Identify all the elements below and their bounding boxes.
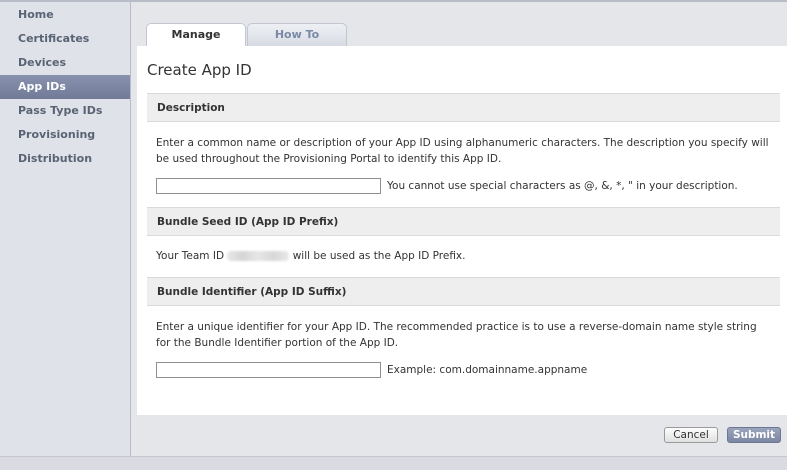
description-section-header: Description <box>147 93 780 122</box>
sidebar-item-app-ids[interactable]: App IDs <box>0 75 130 99</box>
main-content: Manage How To Create App ID Description … <box>131 2 787 456</box>
sidebar-item-devices[interactable]: Devices <box>0 51 130 75</box>
description-hint: You cannot use special characters as @, … <box>387 180 738 192</box>
submit-button[interactable]: Submit <box>727 427 781 443</box>
tab-manage[interactable]: Manage <box>146 23 246 47</box>
form-footer: Cancel Submit <box>137 415 787 456</box>
team-id-redacted <box>227 251 290 261</box>
bundle-identifier-input[interactable] <box>156 362 381 378</box>
page-title: Create App ID <box>147 61 252 79</box>
bundle-identifier-help-text: Enter a unique identifier for your App I… <box>156 321 757 349</box>
description-help-text: Enter a common name or description of yo… <box>156 137 769 165</box>
team-id-text-after: will be used as the App ID Prefix. <box>292 250 466 262</box>
bundle-identifier-section-header: Bundle Identifier (App ID Suffix) <box>147 277 780 306</box>
sidebar-item-pass-type-ids[interactable]: Pass Type IDs <box>0 99 130 123</box>
sidebar-item-distribution[interactable]: Distribution <box>0 147 130 171</box>
cancel-button[interactable]: Cancel <box>664 427 718 443</box>
sidebar: Home Certificates Devices App IDs Pass T… <box>0 2 131 456</box>
sidebar-item-certificates[interactable]: Certificates <box>0 27 130 51</box>
team-id-text: Your Team ID will be used as the App ID … <box>156 248 771 264</box>
tab-how-to[interactable]: How To <box>247 23 347 46</box>
create-app-id-panel: Create App ID Description Enter a common… <box>137 46 787 415</box>
bundle-identifier-hint: Example: com.domainname.appname <box>387 364 588 376</box>
sidebar-item-provisioning[interactable]: Provisioning <box>0 123 130 147</box>
description-input[interactable] <box>156 178 381 194</box>
sidebar-item-home[interactable]: Home <box>0 3 130 27</box>
bundle-seed-section-header: Bundle Seed ID (App ID Prefix) <box>147 207 780 236</box>
bottom-bar <box>0 456 787 470</box>
team-id-text-before: Your Team ID <box>156 250 225 262</box>
